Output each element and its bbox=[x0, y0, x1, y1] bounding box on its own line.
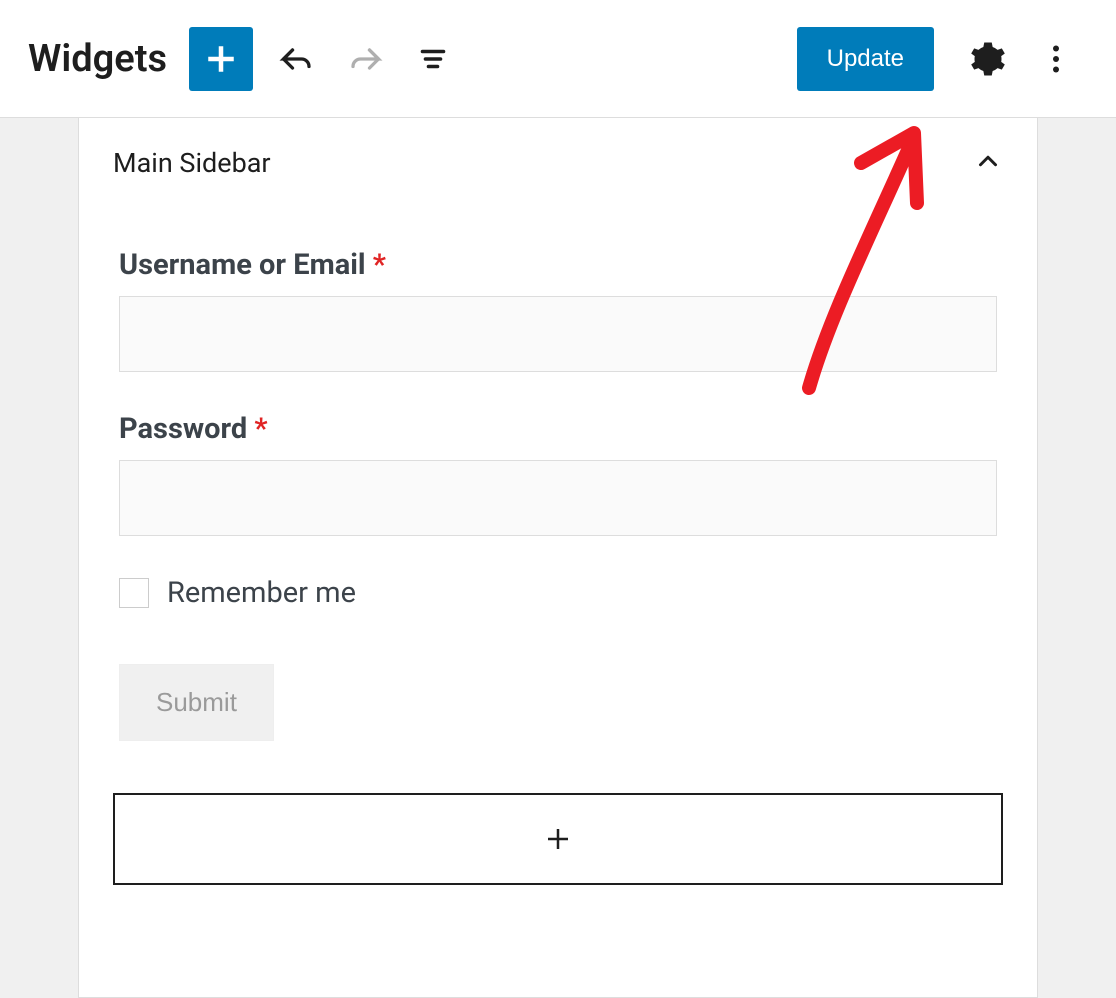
plus-icon bbox=[203, 41, 239, 77]
login-form-widget: Username or Email * Password * Remember … bbox=[79, 208, 1037, 793]
remember-me-label: Remember me bbox=[167, 576, 356, 610]
plus-icon bbox=[543, 824, 573, 854]
add-widget-button[interactable] bbox=[113, 793, 1003, 885]
page-title: Widgets bbox=[28, 37, 167, 81]
add-block-button[interactable] bbox=[189, 27, 253, 91]
editor-toolbar: Widgets Update bbox=[0, 0, 1116, 118]
password-field[interactable] bbox=[119, 460, 997, 536]
widget-area-panel: Main Sidebar Username or Email * Passwor… bbox=[78, 118, 1038, 998]
remember-me-row: Remember me bbox=[119, 576, 997, 610]
widgets-content-area: Main Sidebar Username or Email * Passwor… bbox=[0, 118, 1116, 998]
username-label-text: Username or Email bbox=[119, 248, 366, 282]
chevron-up-icon bbox=[973, 146, 1003, 180]
required-mark: * bbox=[373, 248, 386, 282]
list-view-button[interactable] bbox=[401, 27, 465, 91]
submit-button[interactable]: Submit bbox=[119, 664, 274, 741]
undo-button[interactable] bbox=[265, 27, 329, 91]
gear-icon bbox=[970, 41, 1006, 77]
settings-button[interactable] bbox=[956, 27, 1020, 91]
update-button[interactable]: Update bbox=[797, 27, 934, 91]
redo-button[interactable] bbox=[333, 27, 397, 91]
panel-header[interactable]: Main Sidebar bbox=[79, 118, 1037, 208]
required-mark: * bbox=[254, 412, 267, 446]
undo-icon bbox=[279, 41, 315, 77]
username-field[interactable] bbox=[119, 296, 997, 372]
list-icon bbox=[415, 41, 451, 77]
more-vertical-icon bbox=[1038, 41, 1074, 77]
password-label-text: Password bbox=[119, 412, 247, 446]
remember-me-checkbox[interactable] bbox=[119, 578, 149, 608]
password-label: Password * bbox=[119, 412, 997, 446]
username-label: Username or Email * bbox=[119, 248, 997, 282]
options-button[interactable] bbox=[1024, 27, 1088, 91]
redo-icon bbox=[347, 41, 383, 77]
panel-title: Main Sidebar bbox=[113, 147, 271, 179]
